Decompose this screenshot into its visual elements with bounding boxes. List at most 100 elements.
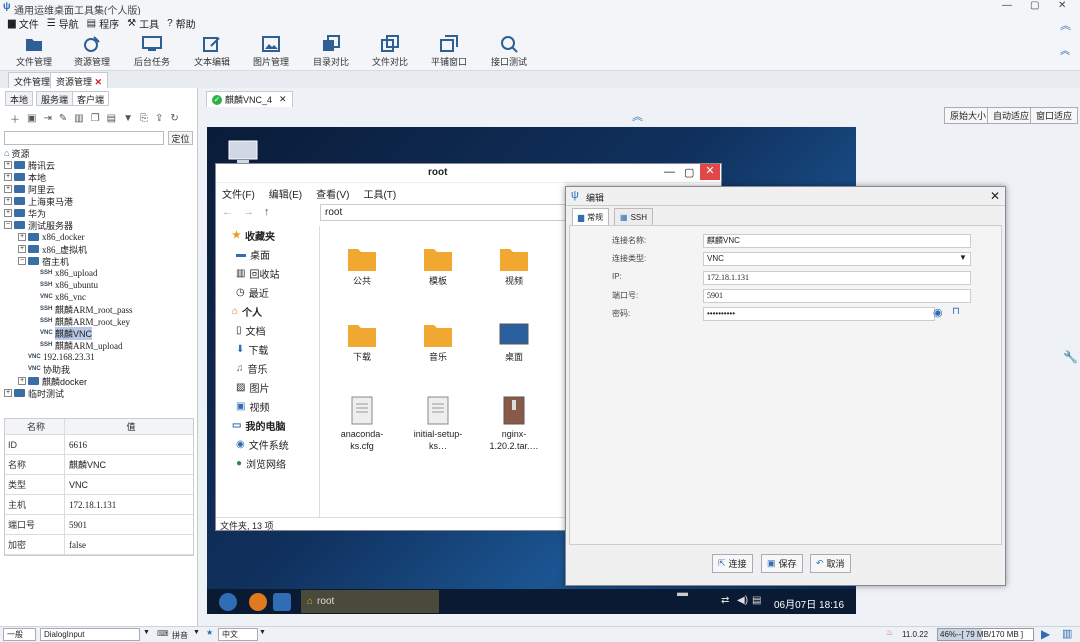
volume-icon[interactable]: ◀) <box>737 595 748 606</box>
file-manager-icon[interactable] <box>273 593 291 611</box>
chevron-down-icon[interactable]: ▼ <box>193 629 200 636</box>
tool-file-compare[interactable]: 文件对比 <box>360 33 420 68</box>
share-icon[interactable]: ⇪ <box>155 113 163 124</box>
tree-item[interactable]: SSH 麒麟ARM_root_pass <box>4 303 194 315</box>
tree-item[interactable]: + 华为 <box>4 207 194 219</box>
side-tab-local[interactable]: 本地 <box>5 91 34 106</box>
tree-item[interactable]: + 临时测试 <box>4 387 194 399</box>
expand-icon[interactable]: + <box>4 389 12 397</box>
ip-field[interactable]: 172.18.1.131 <box>703 271 971 285</box>
window-fit-button[interactable]: 窗口适应 <box>1030 107 1079 124</box>
wrench-icon[interactable]: 🔧 <box>1063 350 1078 364</box>
menu-nav[interactable]: ☰ 导航 <box>47 16 79 31</box>
sidebar-favorites[interactable]: ★ 收藏夹 <box>232 226 319 245</box>
input-mode-field[interactable]: DialogInput <box>40 628 140 641</box>
trash-icon[interactable]: ▥ <box>1062 627 1072 640</box>
expand-icon[interactable]: + <box>18 233 26 241</box>
chevron-down-icon[interactable]: ▼ <box>259 629 266 636</box>
menu-file[interactable]: ▆ 文件 <box>8 16 39 31</box>
browser-icon[interactable] <box>249 593 267 611</box>
tab-general[interactable]: ▆ 常规 <box>572 208 610 225</box>
expand-icon[interactable]: + <box>4 161 12 169</box>
tab-ssh[interactable]: ▦ SSH <box>614 208 654 225</box>
tab-file-manager[interactable]: 文件管理 <box>8 72 57 88</box>
tree-item[interactable]: VNC x86_vnc <box>4 291 194 303</box>
sidebar-videos[interactable]: ▣ 视频 <box>232 397 319 416</box>
expand-icon[interactable]: + <box>18 377 26 385</box>
tree-item[interactable]: VNC 协助我 <box>4 363 194 375</box>
maximize-button[interactable]: ▢ <box>1030 0 1039 11</box>
file-item[interactable]: nginx-1.20.2.tar.… <box>484 396 544 452</box>
collapse-toolbar-icon[interactable]: ︽ <box>1060 42 1070 57</box>
close-tab-icon[interactable]: ✕ <box>279 94 287 105</box>
pencil-icon[interactable]: ✎ <box>59 113 67 124</box>
start-menu-icon[interactable] <box>219 593 237 611</box>
chevron-down-icon[interactable]: ▼ <box>956 253 970 265</box>
play-icon[interactable]: ▶ <box>1041 627 1050 641</box>
save-button[interactable]: ▣ 保存 <box>761 554 803 573</box>
new-folder-icon[interactable]: ▣ <box>27 113 36 124</box>
session-tab[interactable]: ✓ 麒麟VNC_4 ✕ <box>206 91 293 107</box>
tool-image-manager[interactable]: 图片管理 <box>241 33 301 68</box>
connection-name-field[interactable]: 麒麟VNC <box>703 234 971 248</box>
clipboard-icon[interactable]: ▤ <box>752 595 761 606</box>
expand-icon[interactable]: + <box>4 197 12 205</box>
tree-item[interactable]: SSH x86_upload <box>4 267 194 279</box>
fm-maximize-button[interactable]: ▢ <box>684 166 694 179</box>
locate-input[interactable] <box>4 131 164 145</box>
tree-item[interactable]: + 本地 <box>4 171 194 183</box>
expand-icon[interactable]: + <box>4 173 12 181</box>
tree-root[interactable]: ⌂ 资源 <box>4 147 194 159</box>
tree-item[interactable]: + 腾讯云 <box>4 159 194 171</box>
eye-icon[interactable]: ◉ <box>933 306 943 319</box>
tree-item[interactable]: + 阿里云 <box>4 183 194 195</box>
file-item[interactable]: 音乐 <box>408 322 468 363</box>
move-down-icon[interactable]: ▼ <box>123 113 133 124</box>
cancel-button[interactable]: ↶ 取消 <box>810 554 851 573</box>
menu-help[interactable]: ? 帮助 <box>167 16 196 31</box>
tool-api-test[interactable]: 接口测试 <box>479 33 539 68</box>
file-item[interactable]: initial-setup-ks… <box>408 396 468 452</box>
network-icon[interactable]: ⇄ <box>721 595 729 606</box>
sidebar-pictures[interactable]: ▨ 图片 <box>232 378 319 397</box>
tree-item[interactable]: + x86_虚拟机 <box>4 243 194 255</box>
fm-minimize-button[interactable]: — <box>664 166 675 178</box>
path-bar[interactable]: root <box>320 204 566 221</box>
sidebar-downloads[interactable]: ⬇ 下载 <box>232 340 319 359</box>
paste-icon[interactable]: ▤ <box>107 113 116 124</box>
collapse-icon[interactable]: − <box>4 221 12 229</box>
export-icon[interactable]: ⎘ <box>140 113 148 124</box>
collapse-up-icon[interactable]: ︽ <box>632 108 643 124</box>
add-icon[interactable]: ＋ <box>10 111 20 126</box>
tool-text-editor[interactable]: 文本编辑 <box>182 33 242 68</box>
minimize-button[interactable]: — <box>1002 0 1012 11</box>
file-item[interactable]: anaconda-ks.cfg <box>332 396 392 452</box>
sidebar-personal[interactable]: ⌂ 个人 <box>232 302 319 321</box>
tab-resource-manager[interactable]: 资源管理 ✕ <box>50 72 109 88</box>
fm-close-button[interactable]: ✕ <box>700 164 720 180</box>
menu-program[interactable]: ▤ 程序 <box>87 16 119 31</box>
import-icon[interactable]: ⇥ <box>43 113 51 124</box>
language-select[interactable]: 中文 <box>218 628 258 641</box>
computer-desktop-icon[interactable] <box>227 139 259 165</box>
close-window-button[interactable]: ✕ <box>1058 0 1066 11</box>
sidebar-recent[interactable]: ◷ 最近 <box>232 283 319 302</box>
tree-item[interactable]: + 麒麟docker <box>4 375 194 387</box>
sidebar-trash[interactable]: ▥ 回收站 <box>232 264 319 283</box>
locate-button[interactable]: 定位 <box>168 131 193 145</box>
sidebar-filesystem[interactable]: ◉ 文件系统 <box>232 435 319 454</box>
expand-icon[interactable]: + <box>4 185 12 193</box>
up-icon[interactable]: ↑ <box>264 206 270 218</box>
connection-type-select[interactable]: VNC <box>703 252 971 266</box>
log-level-select[interactable]: 一般 <box>3 628 36 641</box>
tree-item-selected[interactable]: VNC 麒麟VNC <box>4 326 194 340</box>
tree-item[interactable]: SSH x86_ubuntu <box>4 279 194 291</box>
chevron-down-icon[interactable]: ▼ <box>143 629 150 636</box>
tool-file-manager[interactable]: 文件管理 <box>4 33 64 68</box>
side-tab-client[interactable]: 客户端 <box>72 91 110 106</box>
tool-tile-windows[interactable]: 平铺窗口 <box>419 33 479 68</box>
file-item[interactable]: 公共 <box>332 246 392 287</box>
forward-icon[interactable]: → <box>243 206 254 218</box>
tree-item[interactable]: + x86_docker <box>4 231 194 243</box>
copy-icon[interactable]: ❐ <box>91 113 100 124</box>
